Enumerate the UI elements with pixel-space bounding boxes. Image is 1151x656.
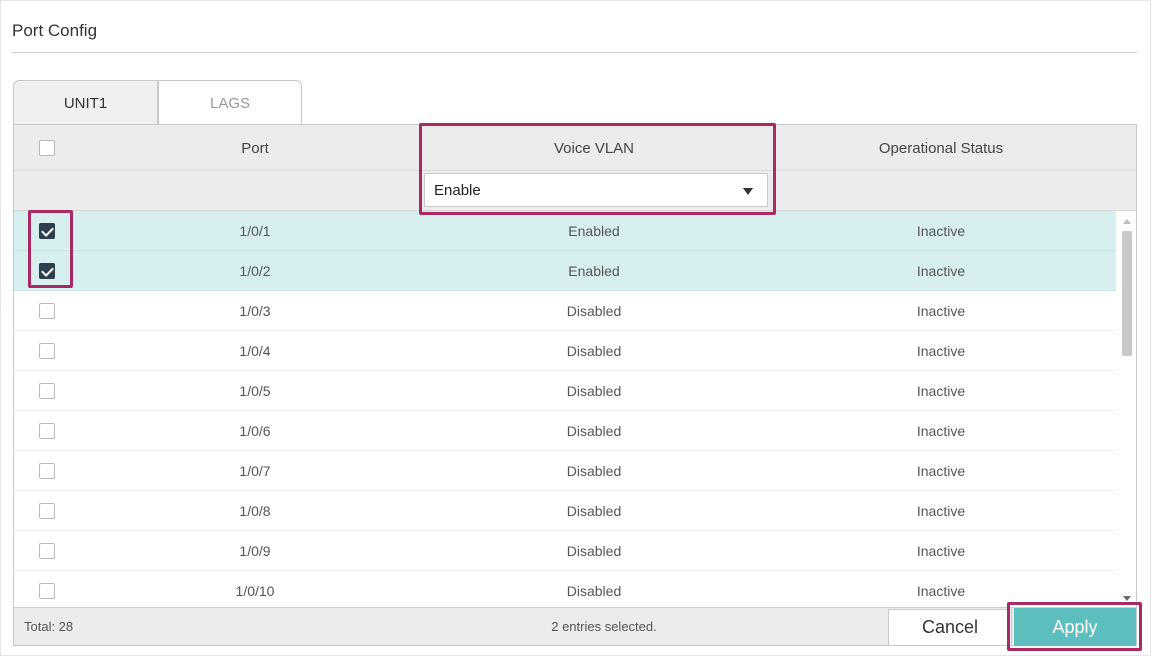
table-body: 1/0/1 Enabled Inactive 1/0/2 Enabled Ina…: [14, 211, 1116, 607]
table-row[interactable]: 1/0/10 Disabled Inactive: [14, 571, 1116, 607]
row-checkbox[interactable]: [39, 543, 55, 559]
scroll-down-icon[interactable]: [1123, 596, 1131, 601]
table-row[interactable]: 1/0/5 Disabled Inactive: [14, 371, 1116, 411]
filter-row: Enable: [14, 171, 1136, 211]
cell-voice-vlan: Enabled: [568, 263, 620, 279]
cell-status: Inactive: [916, 583, 966, 599]
table-header: Port Voice VLAN Operational Status: [14, 125, 1136, 171]
row-checkbox[interactable]: [39, 423, 55, 439]
row-checkbox[interactable]: [39, 263, 55, 279]
row-checkbox[interactable]: [39, 583, 55, 599]
voice-vlan-select-value: Enable: [434, 181, 481, 199]
tab-unit1[interactable]: UNIT1: [13, 80, 158, 125]
cancel-button[interactable]: Cancel: [888, 609, 1012, 646]
cell-status: Inactive: [916, 263, 966, 279]
table-scrollbar[interactable]: [1118, 211, 1136, 607]
cell-status: Inactive: [916, 423, 966, 439]
table-row[interactable]: 1/0/2 Enabled Inactive: [14, 251, 1116, 291]
header-voice-vlan: Voice VLAN: [553, 139, 635, 157]
apply-button[interactable]: Apply: [1014, 608, 1136, 646]
voice-vlan-select[interactable]: Enable: [424, 173, 768, 207]
cell-port: 1/0/5: [239, 383, 271, 399]
table-row[interactable]: 1/0/8 Disabled Inactive: [14, 491, 1116, 531]
cell-port: 1/0/10: [235, 583, 275, 599]
table-row[interactable]: 1/0/3 Disabled Inactive: [14, 291, 1116, 331]
cell-status: Inactive: [916, 343, 966, 359]
selected-count: 2 entries selected.: [551, 619, 657, 634]
row-checkbox[interactable]: [39, 383, 55, 399]
cell-voice-vlan: Disabled: [566, 583, 622, 599]
cell-status: Inactive: [916, 503, 966, 519]
cell-voice-vlan: Disabled: [566, 463, 622, 479]
scroll-up-icon[interactable]: [1123, 219, 1131, 224]
panel-title: Port Config: [12, 21, 98, 40]
cell-port: 1/0/9: [239, 543, 271, 559]
cell-port: 1/0/7: [239, 463, 271, 479]
cell-port: 1/0/3: [239, 303, 271, 319]
cell-port: 1/0/2: [239, 263, 271, 279]
port-table: Port Voice VLAN Operational Status Enabl…: [13, 124, 1137, 646]
row-checkbox[interactable]: [39, 303, 55, 319]
total-count: Total: 28: [24, 619, 74, 634]
tab-lags[interactable]: LAGS: [158, 80, 302, 125]
row-checkbox[interactable]: [39, 223, 55, 239]
row-checkbox[interactable]: [39, 503, 55, 519]
header-operational-status: Operational Status: [878, 139, 1004, 157]
cell-status: Inactive: [916, 223, 966, 239]
cell-port: 1/0/1: [239, 223, 271, 239]
select-all-checkbox[interactable]: [39, 140, 55, 156]
title-divider: [11, 52, 1137, 53]
cell-voice-vlan: Disabled: [566, 383, 622, 399]
header-port: Port: [241, 139, 269, 157]
table-row[interactable]: 1/0/1 Enabled Inactive: [14, 211, 1116, 251]
table-row[interactable]: 1/0/9 Disabled Inactive: [14, 531, 1116, 571]
cell-voice-vlan: Disabled: [566, 303, 622, 319]
cell-status: Inactive: [916, 463, 966, 479]
cell-port: 1/0/4: [239, 343, 271, 359]
cell-voice-vlan: Enabled: [568, 223, 620, 239]
cell-voice-vlan: Disabled: [566, 503, 622, 519]
cell-status: Inactive: [916, 543, 966, 559]
scrollbar-thumb[interactable]: [1122, 231, 1132, 356]
row-checkbox[interactable]: [39, 463, 55, 479]
table-row[interactable]: 1/0/6 Disabled Inactive: [14, 411, 1116, 451]
cell-port: 1/0/8: [239, 503, 271, 519]
cell-voice-vlan: Disabled: [566, 543, 622, 559]
table-row[interactable]: 1/0/4 Disabled Inactive: [14, 331, 1116, 371]
cell-status: Inactive: [916, 383, 966, 399]
cell-voice-vlan: Disabled: [566, 423, 622, 439]
row-checkbox[interactable]: [39, 343, 55, 359]
cell-voice-vlan: Disabled: [566, 343, 622, 359]
chevron-down-icon: [743, 188, 753, 195]
cell-status: Inactive: [916, 303, 966, 319]
cell-port: 1/0/6: [239, 423, 271, 439]
table-row[interactable]: 1/0/7 Disabled Inactive: [14, 451, 1116, 491]
